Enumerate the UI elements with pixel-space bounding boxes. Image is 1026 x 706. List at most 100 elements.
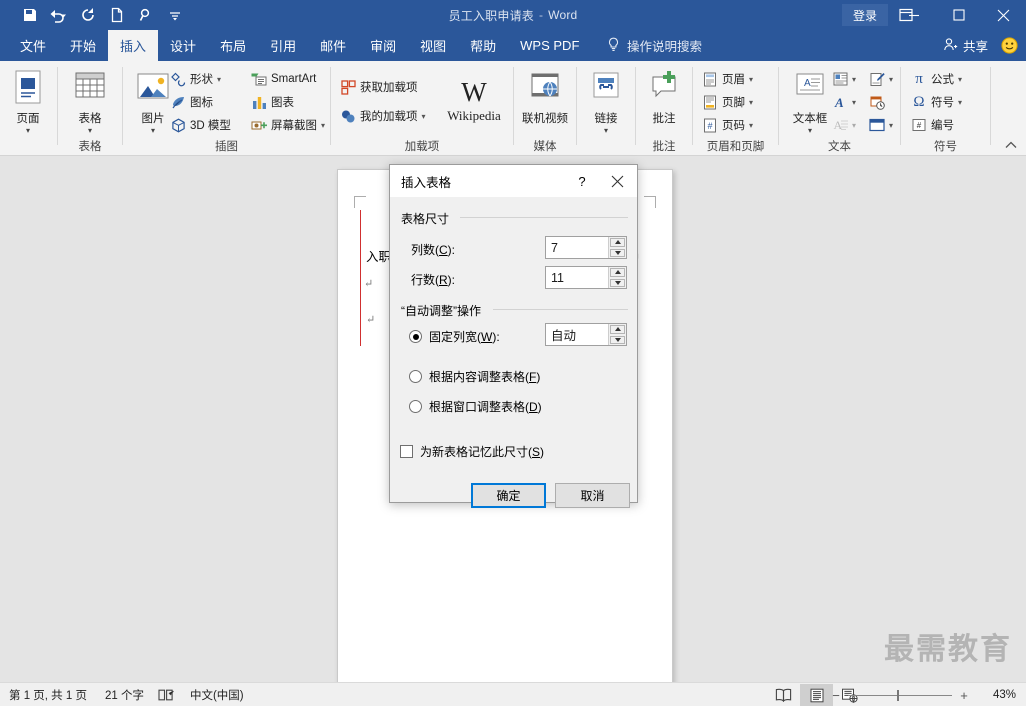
number-button[interactable]: # 编号 <box>911 115 954 135</box>
header-button[interactable]: 页眉 ▾ <box>702 69 753 89</box>
read-mode-icon[interactable] <box>767 684 800 706</box>
rows-spin-down[interactable] <box>610 278 625 287</box>
fixed-width-spin-down[interactable] <box>610 335 625 344</box>
zoom-slider[interactable] <box>848 688 952 702</box>
rows-spin-up[interactable] <box>610 268 625 277</box>
fixed-width-spin-arrows[interactable] <box>608 324 626 345</box>
tab-file[interactable]: 文件 <box>8 30 59 61</box>
chart-button[interactable]: 图表 <box>251 92 294 112</box>
tab-home[interactable]: 开始 <box>58 30 108 61</box>
close-icon[interactable] <box>981 0 1026 30</box>
chevron-down-icon[interactable]: ▾ <box>217 75 221 84</box>
radio-fixed-column-width[interactable]: 固定列宽(W): <box>409 328 500 345</box>
feedback-smiley-icon[interactable] <box>1001 37 1018 54</box>
3d-model-button[interactable]: 3D 模型 <box>170 115 231 135</box>
zoom-in-button[interactable]: + <box>958 688 970 703</box>
print-layout-icon[interactable] <box>800 684 833 706</box>
page-indicator[interactable]: 第 1 页, 共 1 页 <box>9 687 87 703</box>
tab-design[interactable]: 设计 <box>158 30 208 61</box>
columns-spin-arrows[interactable] <box>608 237 626 258</box>
zoom-control[interactable]: − + <box>830 683 970 706</box>
zoom-level[interactable]: 43% <box>993 683 1016 706</box>
minimize-icon[interactable] <box>891 0 936 30</box>
maximize-icon[interactable] <box>936 0 981 30</box>
word-count[interactable]: 21 个字 <box>105 687 144 703</box>
cancel-button[interactable]: 取消 <box>555 483 630 508</box>
chevron-down-icon[interactable]: ▾ <box>958 75 962 84</box>
tab-help[interactable]: 帮助 <box>458 30 508 61</box>
chevron-down-icon[interactable]: ▾ <box>749 121 753 130</box>
close-icon[interactable] <box>604 171 630 191</box>
language-indicator[interactable]: 中文(中国) <box>190 687 244 703</box>
insert-table-dialog[interactable]: 插入表格 ? 表格尺寸 列数(C): 7 行数(R): 11 “自动调整”操作 … <box>389 164 638 508</box>
symbol-button[interactable]: Ω 符号 ▾ <box>911 92 962 112</box>
cover-page-button[interactable]: 页面 ▾ <box>2 65 54 135</box>
tab-wps-pdf[interactable]: WPS PDF <box>508 30 591 61</box>
sign-in-button[interactable]: 登录 <box>841 4 888 26</box>
columns-spin-down[interactable] <box>610 248 625 257</box>
columns-stepper[interactable]: 7 <box>545 236 627 259</box>
tab-references[interactable]: 引用 <box>258 30 308 61</box>
ok-button[interactable]: 确定 <box>471 483 546 508</box>
fixed-width-spin-up[interactable] <box>610 325 625 334</box>
new-comment-button[interactable]: 批注 <box>638 65 690 126</box>
columns-value[interactable]: 7 <box>546 237 608 258</box>
share-button[interactable]: 共享 <box>943 30 988 61</box>
chevron-down-icon[interactable]: ▾ <box>749 75 753 84</box>
radio-autofit-to-window[interactable]: 根据窗口调整表格(D) <box>409 398 542 415</box>
chevron-down-icon[interactable]: ▾ <box>852 98 856 107</box>
zoom-slider-thumb[interactable] <box>897 689 899 701</box>
tab-view[interactable]: 视图 <box>408 30 458 61</box>
drop-cap-button[interactable]: A ▾ <box>832 115 856 135</box>
chevron-down-icon[interactable]: ▾ <box>889 121 893 130</box>
proofing-icon[interactable] <box>158 688 174 702</box>
collapse-ribbon-icon[interactable] <box>1003 137 1019 153</box>
chevron-down-icon[interactable]: ▾ <box>151 127 155 135</box>
help-icon[interactable]: ? <box>572 171 592 191</box>
my-addins-button[interactable]: 我的加载项 ▾ <box>340 106 426 126</box>
object-button[interactable]: ▾ <box>869 115 893 135</box>
page-number-button[interactable]: # 页码 ▾ <box>702 115 753 135</box>
chevron-down-icon[interactable]: ▾ <box>422 112 426 121</box>
wordart-button[interactable]: A ▾ <box>832 92 857 112</box>
smartart-button[interactable]: SmartArt <box>251 69 316 89</box>
chevron-down-icon[interactable]: ▾ <box>604 127 608 135</box>
icons-button[interactable]: 图标 <box>170 92 213 112</box>
text-box-button[interactable]: A 文本框 ▾ <box>784 65 836 135</box>
signature-line-button[interactable]: ▾ <box>869 69 893 89</box>
wikipedia-button[interactable]: W Wikipedia <box>438 73 510 122</box>
chevron-down-icon[interactable]: ▾ <box>749 98 753 107</box>
remember-dimensions-checkbox[interactable]: 为新表格记忆此尺寸(S) <box>400 443 544 460</box>
link-button[interactable]: 链接 ▾ <box>580 65 632 135</box>
columns-spin-up[interactable] <box>610 238 625 247</box>
tab-review[interactable]: 审阅 <box>358 30 408 61</box>
radio-indicator-fixed-width[interactable] <box>409 330 422 343</box>
fixed-width-stepper[interactable]: 自动 <box>545 323 627 346</box>
quick-parts-button[interactable]: ▾ <box>832 69 856 89</box>
radio-indicator-autofit-contents[interactable] <box>409 370 422 383</box>
shapes-button[interactable]: 形状 ▾ <box>170 69 221 89</box>
tab-insert[interactable]: 插入 <box>108 30 159 61</box>
radio-autofit-to-contents[interactable]: 根据内容调整表格(F) <box>409 368 540 385</box>
checkbox-indicator-remember[interactable] <box>400 445 413 458</box>
chevron-down-icon[interactable]: ▾ <box>26 127 30 135</box>
tab-mailings[interactable]: 邮件 <box>308 30 358 61</box>
chevron-down-icon[interactable]: ▾ <box>321 121 325 130</box>
chevron-down-icon[interactable]: ▾ <box>88 127 92 135</box>
table-button[interactable]: 表格 ▾ <box>64 65 116 135</box>
fixed-width-value[interactable]: 自动 <box>546 324 608 345</box>
online-video-button[interactable]: 联机视频 <box>515 65 575 126</box>
footer-button[interactable]: 页脚 ▾ <box>702 92 753 112</box>
zoom-out-button[interactable]: − <box>830 688 842 703</box>
rows-value[interactable]: 11 <box>546 267 608 288</box>
chevron-down-icon[interactable]: ▾ <box>889 75 893 84</box>
rows-spin-arrows[interactable] <box>608 267 626 288</box>
rows-stepper[interactable]: 11 <box>545 266 627 289</box>
radio-indicator-autofit-window[interactable] <box>409 400 422 413</box>
date-time-button[interactable] <box>869 92 885 112</box>
chevron-down-icon[interactable]: ▾ <box>808 127 812 135</box>
chevron-down-icon[interactable]: ▾ <box>958 98 962 107</box>
tell-me-search[interactable]: 操作说明搜索 <box>607 30 702 61</box>
tab-layout[interactable]: 布局 <box>208 30 258 61</box>
equation-button[interactable]: π 公式 ▾ <box>911 69 962 89</box>
